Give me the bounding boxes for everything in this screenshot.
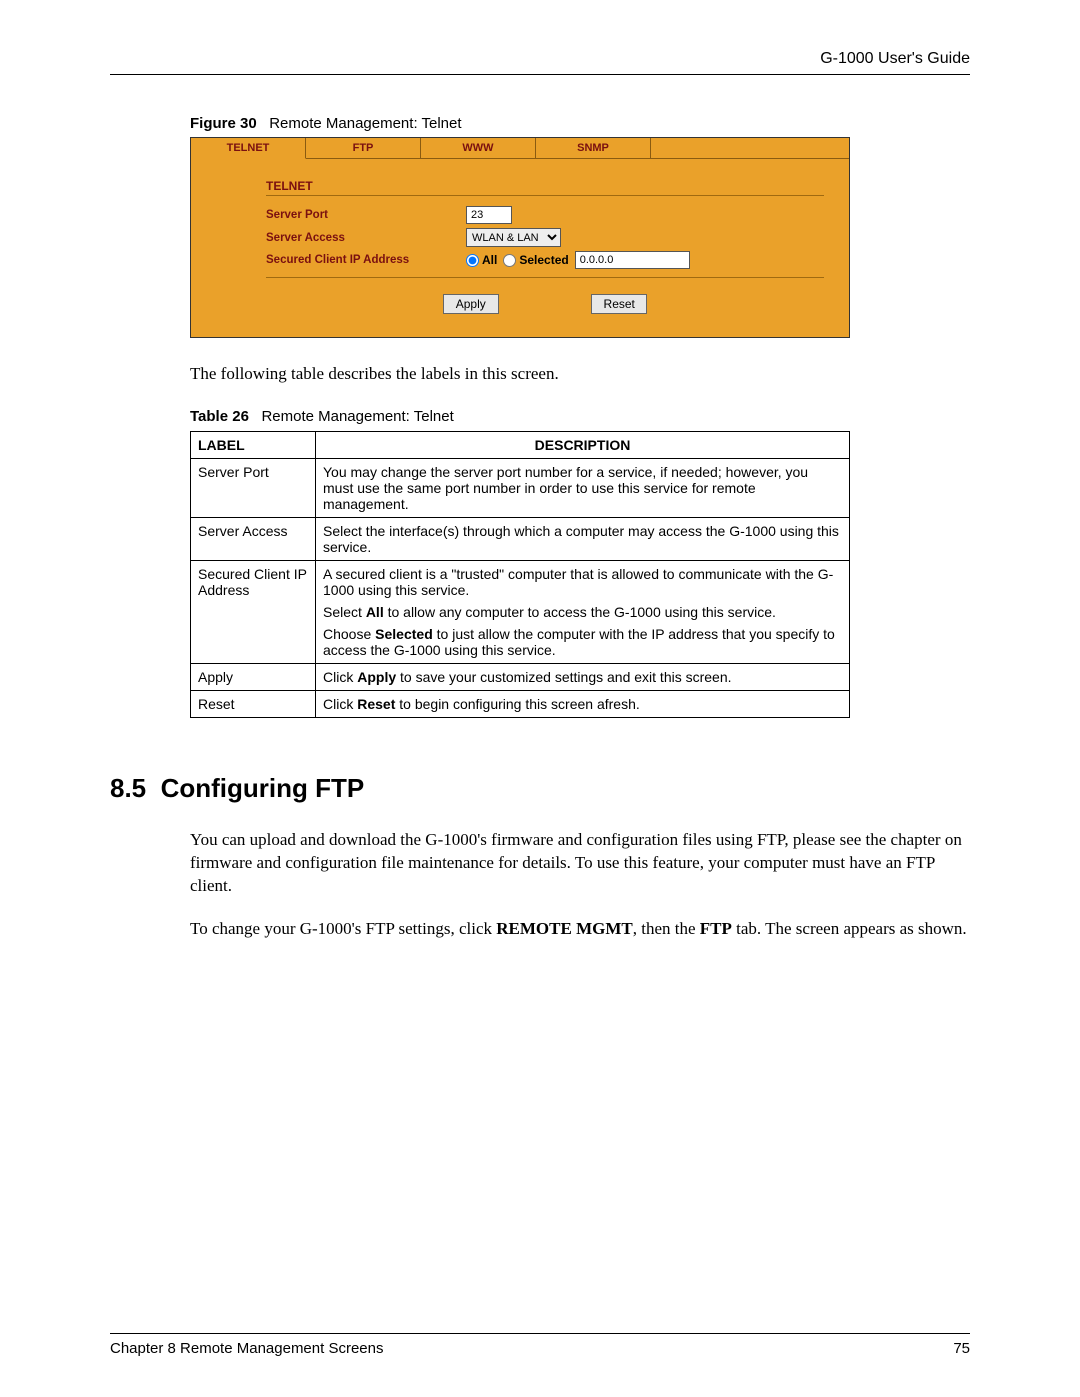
- cell-para: Click Apply to save your customized sett…: [323, 669, 842, 685]
- radio-selected-label: Selected: [519, 253, 568, 267]
- p2-b2: FTP: [700, 919, 732, 938]
- p2-b1: REMOTE MGMT: [496, 919, 632, 938]
- table-row: Server PortYou may change the server por…: [191, 458, 850, 517]
- cell-description: Click Apply to save your customized sett…: [316, 663, 850, 690]
- tab-spacer: [651, 138, 849, 159]
- radio-selected-wrap[interactable]: Selected: [503, 253, 568, 267]
- cell-label: Apply: [191, 663, 316, 690]
- ftp-para-1: You can upload and download the G-1000's…: [190, 829, 970, 898]
- remote-mgmt-tabs: TELNET FTP WWW SNMP: [191, 138, 849, 159]
- figure-caption: Figure 30 Remote Management: Telnet: [190, 115, 970, 132]
- server-port-input[interactable]: [466, 206, 512, 224]
- row-server-access: Server Access WLAN & LAN: [266, 228, 824, 247]
- row-server-port: Server Port: [266, 206, 824, 224]
- row-secured-ip: Secured Client IP Address All Selected: [266, 251, 824, 269]
- description-table: LABEL DESCRIPTION Server PortYou may cha…: [190, 431, 850, 718]
- section-title: Configuring FTP: [161, 773, 365, 803]
- section-title-telnet: TELNET: [266, 179, 824, 196]
- p2-pre: To change your G-1000's FTP settings, cl…: [190, 919, 496, 938]
- section-number: 8.5: [110, 773, 146, 803]
- cell-label: Reset: [191, 690, 316, 717]
- cell-label: Server Access: [191, 517, 316, 560]
- form-separator: [266, 277, 824, 278]
- cell-description: A secured client is a "trusted" computer…: [316, 560, 850, 663]
- cell-para: Click Reset to begin configuring this sc…: [323, 696, 842, 712]
- radio-selected[interactable]: [503, 254, 516, 267]
- table-label: Table 26: [190, 408, 249, 425]
- cell-para: A secured client is a "trusted" computer…: [323, 566, 842, 598]
- button-row: Apply Reset: [266, 294, 824, 319]
- table-row: Secured Client IP AddressA secured clien…: [191, 560, 850, 663]
- page-header: G-1000 User's Guide: [110, 50, 970, 68]
- table-row: Reset Click Reset to begin configuring th…: [191, 690, 850, 717]
- telnet-config-panel: TELNET FTP WWW SNMP TELNET Server Port S…: [190, 137, 850, 338]
- header-rule: [110, 74, 970, 75]
- cell-para: Choose Selected to just allow the comput…: [323, 626, 842, 658]
- footer-page-number: 75: [953, 1340, 970, 1357]
- cell-label: Secured Client IP Address: [191, 560, 316, 663]
- table-caption: Table 26 Remote Management: Telnet: [190, 408, 970, 425]
- cell-label: Server Port: [191, 458, 316, 517]
- cell-description: You may change the server port number fo…: [316, 458, 850, 517]
- figure-title: Remote Management: Telnet: [269, 115, 461, 132]
- page-footer: Chapter 8 Remote Management Screens 75: [110, 1333, 970, 1357]
- radio-all-wrap[interactable]: All: [466, 253, 497, 267]
- table-title: Remote Management: Telnet: [261, 408, 453, 425]
- reset-button[interactable]: Reset: [591, 294, 647, 314]
- cell-para: Select All to allow any computer to acce…: [323, 604, 842, 620]
- cell-description: Click Reset to begin configuring this sc…: [316, 690, 850, 717]
- cell-para: Select the interface(s) through which a …: [323, 523, 842, 555]
- label-secured-ip: Secured Client IP Address: [266, 254, 466, 266]
- label-server-port: Server Port: [266, 209, 466, 221]
- p2-mid: , then the: [633, 919, 700, 938]
- tab-telnet[interactable]: TELNET: [191, 138, 306, 159]
- secured-ip-input[interactable]: [575, 251, 690, 269]
- footer-chapter: Chapter 8 Remote Management Screens: [110, 1340, 383, 1357]
- th-description: DESCRIPTION: [316, 431, 850, 458]
- th-label: LABEL: [191, 431, 316, 458]
- radio-all-label: All: [482, 253, 497, 267]
- label-server-access: Server Access: [266, 232, 466, 244]
- section-heading-ftp: 8.5 Configuring FTP: [110, 773, 970, 804]
- ftp-para-2: To change your G-1000's FTP settings, cl…: [190, 918, 970, 941]
- tab-www[interactable]: WWW: [421, 138, 536, 159]
- apply-button[interactable]: Apply: [443, 294, 499, 314]
- tab-ftp[interactable]: FTP: [306, 138, 421, 159]
- intro-paragraph: The following table describes the labels…: [190, 363, 970, 386]
- table-row: Server AccessSelect the interface(s) thr…: [191, 517, 850, 560]
- p2-post: tab. The screen appears as shown.: [732, 919, 967, 938]
- cell-description: Select the interface(s) through which a …: [316, 517, 850, 560]
- radio-all[interactable]: [466, 254, 479, 267]
- figure-label: Figure 30: [190, 115, 257, 132]
- tab-snmp[interactable]: SNMP: [536, 138, 651, 159]
- cell-para: You may change the server port number fo…: [323, 464, 842, 512]
- server-access-select[interactable]: WLAN & LAN: [466, 228, 561, 247]
- footer-rule: [110, 1333, 970, 1334]
- table-row: Apply Click Apply to save your customized…: [191, 663, 850, 690]
